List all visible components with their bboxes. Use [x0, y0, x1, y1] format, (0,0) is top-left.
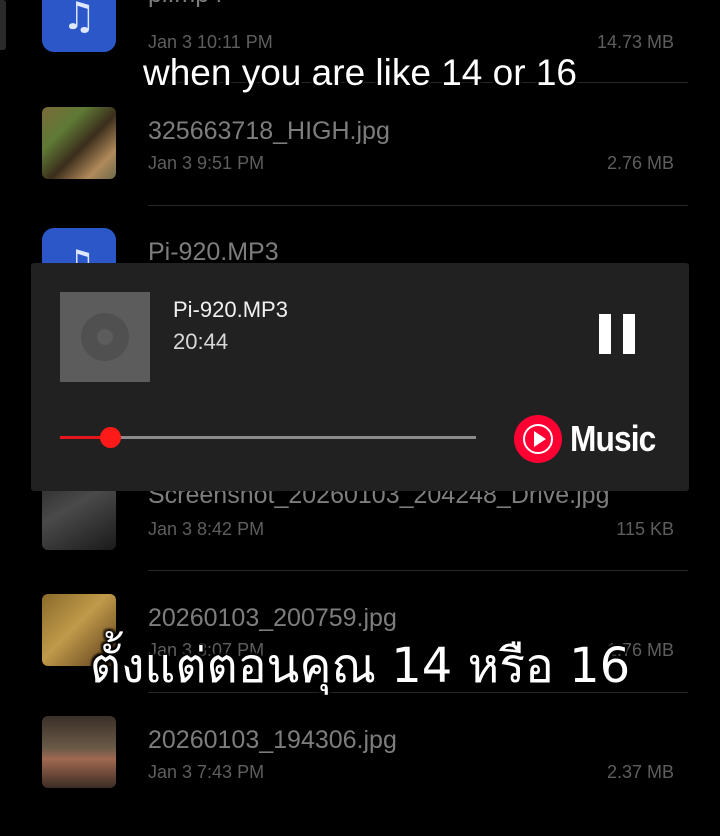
file-name: pi.mp4 [148, 0, 223, 9]
file-size: 115 KB [616, 519, 674, 539]
track-duration: 20:44 [173, 329, 229, 354]
pause-icon [599, 314, 611, 354]
album-art [60, 292, 150, 382]
seek-bar[interactable] [60, 427, 476, 448]
brand-label: Music [570, 418, 656, 459]
file-row[interactable]: Screenshot_20260103_204248_Drive.jpg Jan… [0, 478, 720, 598]
seek-handle[interactable] [99, 427, 121, 448]
file-name: 20260103_194306.jpg [148, 726, 397, 754]
disc-icon [81, 313, 129, 361]
file-date: Jan 3 7:43 PM [148, 762, 265, 782]
music-note-icon: ♫ [42, 0, 116, 52]
mini-player[interactable]: Pi-920.MP3 20:44 Music [31, 263, 689, 491]
music-brand[interactable]: Music [514, 414, 667, 464]
file-row[interactable]: 325663718_HIGH.jpg Jan 3 9:51 PM 2.76 MB [0, 107, 720, 227]
track-title: Pi-920.MP3 [173, 297, 288, 322]
file-size: 14.73 MB [596, 32, 674, 52]
divider [148, 570, 688, 571]
file-size: 2.37 MB [606, 762, 674, 782]
pause-button[interactable] [599, 314, 635, 354]
file-row[interactable]: 20260103_194306.jpg Jan 3 7:43 PM 2.37 M… [0, 716, 720, 836]
youtube-music-icon [514, 415, 562, 463]
file-date: Jan 3 10:11 PM [148, 32, 273, 52]
file-name: 325663718_HIGH.jpg [148, 117, 390, 145]
file-date: Jan 3 9:51 PM [148, 153, 265, 173]
divider [148, 205, 688, 206]
image-thumbnail [42, 107, 116, 179]
image-thumbnail [42, 716, 116, 788]
file-size: 2.76 MB [606, 153, 674, 173]
caption-english: when you are like 14 or 16 [143, 52, 577, 93]
caption-thai: ตั้งแต่ตอนคุณ 14 หรือ 16 [89, 638, 631, 694]
file-date: Jan 3 8:42 PM [148, 519, 265, 539]
